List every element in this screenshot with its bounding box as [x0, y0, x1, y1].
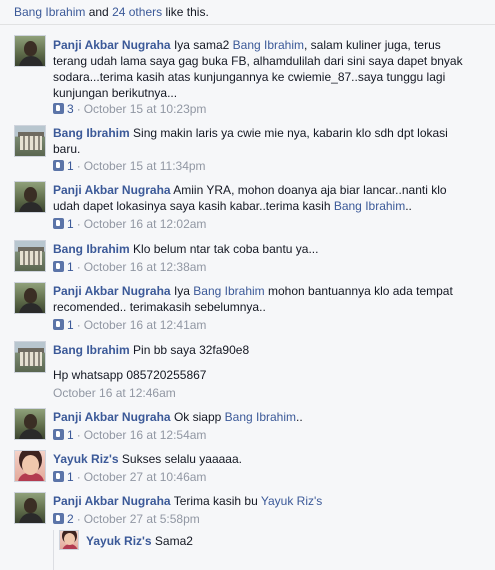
avatar[interactable]: [14, 408, 46, 440]
reply-comment: Yayuk Riz's Sama2: [53, 530, 495, 570]
comment-author[interactable]: Panji Akbar Nugraha: [53, 410, 171, 424]
comment-text: Hp whatsapp 085720255867: [53, 368, 207, 382]
thumbs-up-icon: [53, 471, 64, 482]
like-count[interactable]: 1: [67, 217, 74, 231]
avatar[interactable]: [14, 492, 46, 524]
separator: ·: [76, 512, 81, 526]
avatar[interactable]: [14, 240, 46, 272]
mention-link[interactable]: Bang Ibrahim: [193, 284, 264, 298]
separator: ·: [76, 428, 81, 442]
timestamp[interactable]: October 16 at 12:38am: [84, 260, 207, 274]
comment-author[interactable]: Panji Akbar Nugraha: [53, 183, 171, 197]
thumbs-up-icon: [53, 160, 64, 171]
comment-meta: 2 · October 27 at 5:58pm: [53, 511, 200, 527]
like-count[interactable]: 1: [67, 260, 74, 274]
comment-meta: 1 · October 16 at 12:38am: [53, 259, 206, 275]
comment-text: Terima kasih bu: [173, 494, 261, 508]
timestamp[interactable]: October 15 at 10:23pm: [84, 102, 207, 116]
timestamp[interactable]: October 16 at 12:54am: [84, 428, 207, 442]
comment-author[interactable]: Bang Ibrahim: [53, 126, 130, 140]
comment-text: Sukses selalu yaaaaa.: [121, 452, 242, 466]
like-count[interactable]: 1: [67, 428, 74, 442]
comment-text: Pin bb saya 32fa90e8: [133, 343, 250, 357]
comment-body: Hp whatsapp 085720255867: [53, 367, 473, 383]
comment-author[interactable]: Panji Akbar Nugraha: [53, 494, 171, 508]
separator: ·: [76, 470, 81, 484]
likes-suffix: like this.: [162, 5, 209, 19]
comment-text: ..: [405, 199, 412, 213]
comment-body: Panji Akbar Nugraha Amiin YRA, mohon doa…: [53, 182, 473, 214]
separator: ·: [76, 159, 81, 173]
comment-text: Iya sama2: [173, 38, 233, 52]
comment-text: Iya: [173, 284, 194, 298]
mention-link[interactable]: Bang Ibrahim: [334, 199, 405, 213]
timestamp[interactable]: October 27 at 5:58pm: [84, 512, 200, 526]
avatar[interactable]: [14, 181, 46, 213]
liker-link[interactable]: Bang Ibrahim: [14, 5, 85, 19]
comment-meta: October 16 at 12:46am: [53, 385, 176, 401]
comment-body: Panji Akbar Nugraha Ok siapp Bang Ibrahi…: [53, 409, 473, 425]
mention-link[interactable]: Yayuk Riz's: [261, 494, 322, 508]
timestamp[interactable]: October 15 at 11:34pm: [84, 159, 206, 173]
comment-body: Yayuk Riz's Sama2: [86, 533, 495, 549]
separator: ·: [76, 260, 81, 274]
like-count[interactable]: 3: [67, 102, 74, 116]
thumbs-up-icon: [53, 261, 64, 272]
thumbs-up-icon: [53, 319, 64, 330]
avatar[interactable]: [14, 341, 46, 373]
comment-body: Bang Ibrahim Pin bb saya 32fa90e8: [53, 342, 473, 358]
comment-text: Klo belum ntar tak coba bantu ya...: [133, 242, 319, 256]
thumbs-up-icon: [53, 103, 64, 114]
comment-meta: 1 · October 27 at 10:46am: [53, 469, 206, 485]
comment-body: Panji Akbar Nugraha Iya sama2 Bang Ibrah…: [53, 37, 473, 101]
comment-meta: 1 · October 16 at 12:41am: [53, 317, 206, 333]
timestamp[interactable]: October 16 at 12:46am: [53, 386, 176, 400]
comment-author[interactable]: Yayuk Riz's: [53, 452, 119, 466]
comment-body: Bang Ibrahim Sing makin laris ya cwie mi…: [53, 125, 473, 157]
comment-meta: 1 · October 15 at 11:34pm: [53, 158, 206, 174]
avatar[interactable]: [14, 125, 46, 157]
timestamp[interactable]: October 16 at 12:41am: [84, 318, 207, 332]
avatar[interactable]: [59, 530, 79, 550]
comment-text: Ok siapp: [173, 410, 225, 424]
comment-author[interactable]: Bang Ibrahim: [53, 242, 130, 256]
comment-text: ..: [296, 410, 303, 424]
separator: ·: [76, 217, 81, 231]
mention-link[interactable]: Bang Ibrahim: [225, 410, 296, 424]
mention-link[interactable]: Bang Ibrahim: [233, 38, 304, 52]
comment-meta: 1 · October 16 at 12:02am: [53, 216, 206, 232]
thumbs-up-icon: [53, 429, 64, 440]
like-count[interactable]: 2: [67, 512, 74, 526]
like-count[interactable]: 1: [67, 470, 74, 484]
comment-author[interactable]: Panji Akbar Nugraha: [53, 38, 171, 52]
avatar[interactable]: [14, 282, 46, 314]
timestamp[interactable]: October 16 at 12:02am: [84, 217, 207, 231]
separator: ·: [76, 318, 81, 332]
likes-summary-text: Bang Ibrahim and 24 others like this.: [14, 5, 209, 19]
comment-text: Sama2: [154, 534, 193, 548]
avatar[interactable]: [14, 450, 46, 482]
timestamp[interactable]: October 27 at 10:46am: [84, 470, 207, 484]
separator: ·: [76, 102, 81, 116]
thumbs-up-icon: [53, 513, 64, 524]
comment-body: Panji Akbar Nugraha Terima kasih bu Yayu…: [53, 493, 473, 509]
comment-body: Yayuk Riz's Sukses selalu yaaaaa.: [53, 451, 473, 467]
comment-author[interactable]: Bang Ibrahim: [53, 343, 130, 357]
comment-author[interactable]: Yayuk Riz's: [86, 534, 152, 548]
like-count[interactable]: 1: [67, 318, 74, 332]
comment-meta: 3 · October 15 at 10:23pm: [53, 101, 206, 117]
others-link[interactable]: 24 others: [112, 5, 162, 19]
comment-meta: 1 · October 16 at 12:54am: [53, 427, 206, 443]
comment-author[interactable]: Panji Akbar Nugraha: [53, 284, 171, 298]
likes-summary: Bang Ibrahim and 24 others like this.: [0, 0, 495, 25]
like-count[interactable]: 1: [67, 159, 74, 173]
comment-body: Bang Ibrahim Klo belum ntar tak coba ban…: [53, 241, 473, 257]
likes-and: and: [85, 5, 113, 19]
comment-body: Panji Akbar Nugraha Iya Bang Ibrahim moh…: [53, 283, 473, 315]
avatar[interactable]: [14, 35, 46, 67]
thumbs-up-icon: [53, 218, 64, 229]
